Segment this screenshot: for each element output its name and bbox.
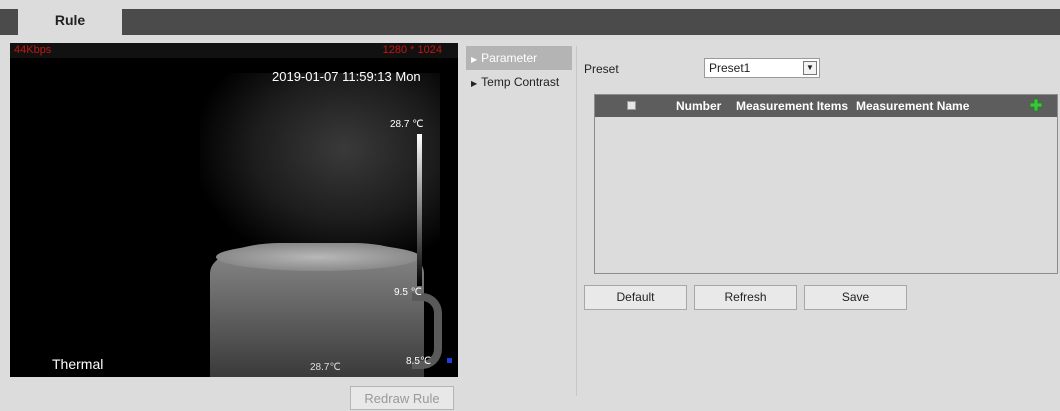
menu-divider	[576, 46, 577, 396]
select-all-checkbox[interactable]	[627, 101, 636, 110]
temp-scale-bar	[417, 134, 422, 286]
triangle-right-icon: ▶	[471, 55, 478, 64]
chevron-down-icon[interactable]: ▼	[803, 61, 817, 75]
temp-marker-dot	[447, 358, 452, 363]
thermal-cup-rim	[216, 243, 420, 271]
video-timestamp: 2019-01-07 11:59:13 Mon	[272, 69, 421, 84]
menu-item-temp-contrast[interactable]: ▶ Temp Contrast	[466, 70, 572, 94]
preset-label: Preset	[584, 62, 619, 76]
bitrate-overlay: 44Kbps	[14, 44, 52, 56]
channel-label: Thermal	[52, 356, 104, 372]
redraw-rule-button[interactable]: Redraw Rule	[350, 386, 454, 410]
preset-value: Preset1	[709, 61, 751, 75]
column-measurement-name: Measurement Name	[856, 99, 970, 113]
corner-temp-readout: 8.5℃	[406, 356, 432, 367]
thermal-heat-glow	[200, 73, 440, 263]
measurement-table: Number Measurement Items Measurement Nam…	[594, 94, 1058, 274]
rule-menu: ▶ Parameter ▶ Temp Contrast	[466, 46, 572, 94]
menu-item-label: Parameter	[481, 51, 538, 65]
thermal-video-viewport[interactable]: 44Kbps 1280 * 1024 2019-01-07 11:59:13 M…	[10, 43, 458, 377]
plus-icon[interactable]	[1029, 98, 1043, 112]
resolution-overlay: 1280 * 1024	[382, 44, 442, 56]
preset-select[interactable]: Preset1 ▼	[704, 58, 820, 78]
temp-scale-min: 9.5 ℃	[394, 287, 422, 298]
column-number: Number	[676, 99, 722, 113]
triangle-right-icon: ▶	[471, 79, 478, 88]
column-measurement-items: Measurement Items	[736, 99, 849, 113]
center-temp-readout: 28.7℃	[310, 362, 341, 373]
table-header: Number Measurement Items Measurement Nam…	[595, 95, 1057, 117]
refresh-button[interactable]: Refresh	[694, 285, 797, 310]
menu-item-parameter[interactable]: ▶ Parameter	[466, 46, 572, 70]
tab-bar: Rule	[0, 9, 1060, 35]
tab-rule[interactable]: Rule	[18, 9, 122, 35]
menu-item-label: Temp Contrast	[481, 75, 560, 89]
default-button[interactable]: Default	[584, 285, 687, 310]
temp-scale-max: 28.7 ℃	[390, 119, 424, 130]
save-button[interactable]: Save	[804, 285, 907, 310]
top-spacer	[0, 0, 1060, 9]
